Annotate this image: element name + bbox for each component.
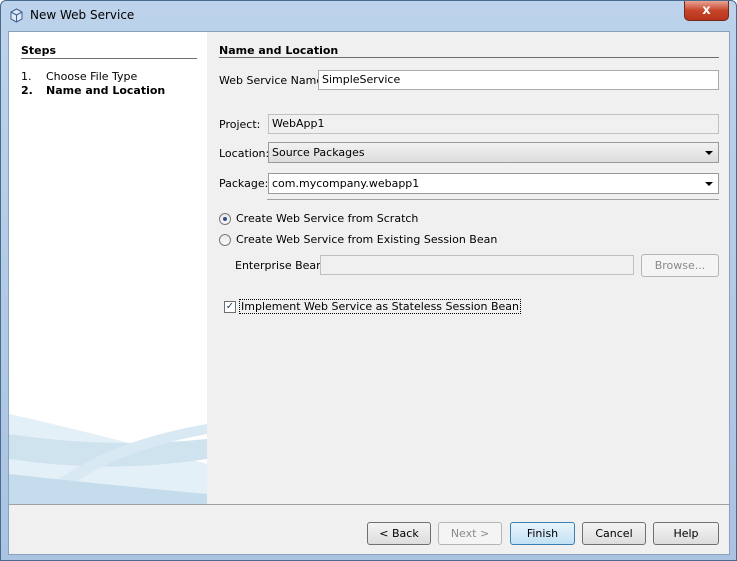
- decorative-swoosh-graphic: [9, 414, 207, 504]
- chevron-down-icon: [705, 151, 713, 155]
- enterprise-bean-field: [320, 255, 634, 275]
- radio-create-from-session-bean-label[interactable]: Create Web Service from Existing Session…: [236, 233, 497, 246]
- dialog-body: Steps 1. Choose File Type 2. Name and Loca…: [8, 31, 730, 555]
- radio-create-from-scratch-label[interactable]: Create Web Service from Scratch: [236, 212, 418, 225]
- title-bar[interactable]: New Web Service x: [1, 1, 736, 31]
- radio-create-from-session-bean[interactable]: [219, 234, 231, 246]
- close-button[interactable]: x: [684, 1, 729, 21]
- steps-divider: [21, 58, 197, 59]
- radio-create-from-scratch[interactable]: [219, 213, 231, 225]
- service-name-label: Web Service Name:: [219, 74, 327, 87]
- step-label: Name and Location: [46, 84, 166, 97]
- step-number: 1.: [21, 70, 32, 83]
- package-label: Package:: [219, 177, 269, 190]
- checkmark-icon: ✓: [225, 301, 235, 312]
- project-field: WebApp1: [268, 114, 719, 134]
- package-value: com.mycompany.webapp1: [272, 177, 420, 190]
- web-service-icon: [10, 8, 23, 23]
- window-title: New Web Service: [30, 8, 135, 22]
- radio-selected-dot: [223, 217, 227, 221]
- chevron-down-icon: [705, 182, 713, 186]
- options-divider: [267, 199, 719, 200]
- location-label: Location:: [219, 147, 270, 160]
- package-combo[interactable]: com.mycompany.webapp1: [268, 173, 719, 194]
- section-title: Name and Location: [219, 44, 339, 57]
- project-label: Project:: [219, 118, 261, 131]
- section-divider: [219, 57, 719, 58]
- browse-button[interactable]: Browse...: [641, 254, 719, 277]
- enterprise-bean-label: Enterprise Bean:: [235, 259, 327, 272]
- main-panel: Name and Location Web Service Name: Simp…: [207, 32, 729, 504]
- button-bar-divider: [9, 504, 729, 505]
- step-label: Choose File Type: [46, 70, 138, 83]
- finish-button[interactable]: Finish: [510, 522, 575, 545]
- next-button[interactable]: Next >: [438, 522, 502, 545]
- step-number: 2.: [21, 84, 33, 97]
- step-item-choose-file-type: 1. Choose File Type: [21, 70, 137, 83]
- location-value: Source Packages: [272, 146, 365, 159]
- help-button[interactable]: Help: [653, 522, 719, 545]
- service-name-input[interactable]: SimpleService: [318, 70, 719, 90]
- close-icon: x: [702, 3, 711, 18]
- cancel-button[interactable]: Cancel: [582, 522, 646, 545]
- implement-stateless-label[interactable]: Implement Web Service as Stateless Sessi…: [239, 299, 522, 314]
- implement-stateless-checkbox[interactable]: ✓: [224, 301, 236, 313]
- steps-title: Steps: [21, 44, 57, 57]
- location-dropdown[interactable]: Source Packages: [268, 142, 719, 163]
- dialog-window: New Web Service x Steps 1. Choose File Ty…: [0, 0, 737, 561]
- steps-panel: Steps 1. Choose File Type 2. Name and Loca…: [9, 32, 207, 504]
- step-item-name-and-location: 2. Name and Location: [21, 84, 165, 97]
- back-button[interactable]: < Back: [367, 522, 431, 545]
